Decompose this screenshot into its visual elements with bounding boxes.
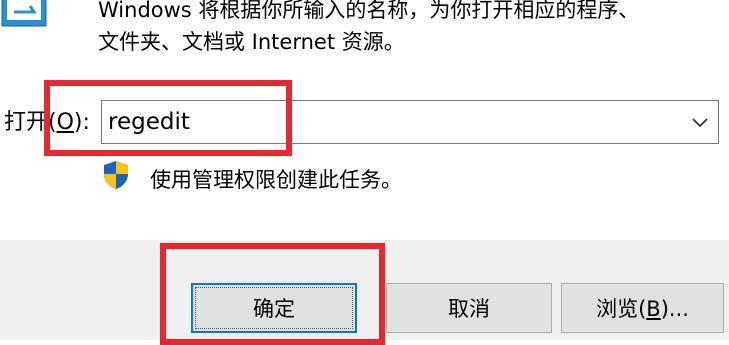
open-combobox[interactable] [101,100,719,144]
cancel-button[interactable]: 取消 [386,283,552,333]
uac-shield-icon [104,161,128,189]
open-input[interactable] [102,101,672,143]
open-label-suffix: ): [73,110,90,135]
browse-label-hotkey: B [646,297,661,321]
open-label: 打开(O): [4,108,90,138]
open-label-prefix: 打开( [4,110,57,135]
ok-button[interactable]: 确定 [191,283,357,333]
description-line-2: 文件夹、文档或 Internet 资源。 [98,30,405,54]
browse-button-label: 浏览(B)... [596,293,689,323]
dialog-description: Windows 将根据你所输入的名称，为你打开相应的程序、 文件夹、文档或 In… [98,0,718,58]
browse-label-prefix: 浏览( [596,297,647,321]
chevron-down-icon[interactable] [688,110,712,134]
description-line-1: Windows 将根据你所输入的名称，为你打开相应的程序、 [98,0,640,22]
browse-label-suffix: )... [660,297,689,321]
ok-button-focus-rect [195,287,353,329]
browse-button[interactable]: 浏览(B)... [561,283,724,333]
open-label-hotkey: O [56,110,74,135]
cancel-button-label: 取消 [448,297,490,321]
run-dialog-icon [1,0,47,27]
admin-privilege-note: 使用管理权限创建此任务。 [150,168,402,192]
